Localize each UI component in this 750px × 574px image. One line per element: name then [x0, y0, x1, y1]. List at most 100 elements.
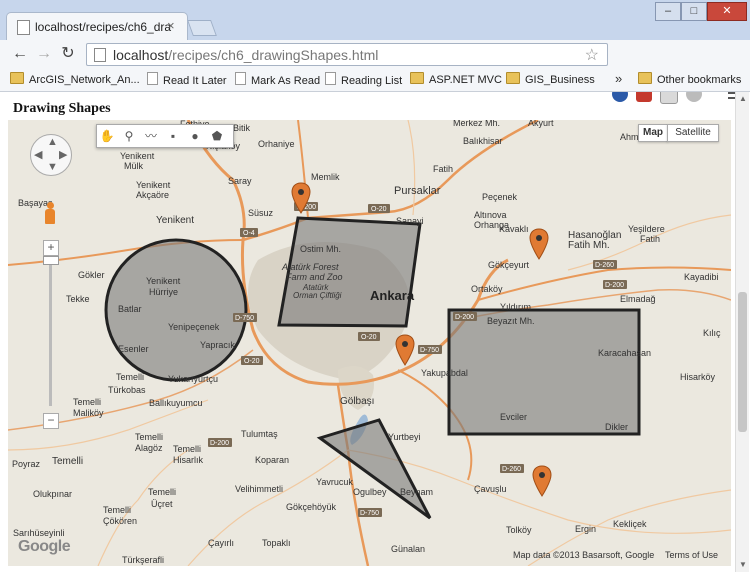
- map-base: Merkez Mh. Akyurt Ahmetadil Fethiye Biti…: [8, 120, 731, 566]
- road-shield-label: D-200: [605, 282, 624, 289]
- folder-icon: [10, 72, 24, 84]
- place-label: Hisarlık: [173, 455, 204, 465]
- place-label: Ergin: [575, 524, 596, 534]
- circle-icon[interactable]: ●: [187, 128, 203, 144]
- reload-button[interactable]: ↻: [58, 44, 78, 64]
- page-scrollbar[interactable]: ▲ ▼: [735, 92, 749, 572]
- map-canvas[interactable]: Merkez Mh. Akyurt Ahmetadil Fethiye Biti…: [8, 120, 731, 566]
- pan-up-icon[interactable]: ▲: [47, 136, 58, 148]
- place-label: Farm and Zoo: [286, 272, 343, 282]
- place-label: Yenipeçenek: [168, 322, 220, 332]
- bookmark-item[interactable]: GIS_Business: [506, 72, 595, 86]
- bookmark-item[interactable]: Reading List: [325, 72, 402, 87]
- marker-icon[interactable]: ⚲: [121, 128, 137, 144]
- place-label: Gölbaşı: [340, 396, 374, 407]
- drawn-rectangle[interactable]: [447, 308, 641, 436]
- place-label: Yurtbeyi: [388, 432, 421, 442]
- bookmark-item[interactable]: ArcGIS_Network_An...: [10, 72, 140, 86]
- place-label: Gökler: [78, 270, 105, 280]
- road-shield-label: D-260: [502, 466, 521, 473]
- place-label: Evciler: [500, 412, 527, 422]
- maximize-button[interactable]: □: [681, 2, 707, 21]
- google-logo[interactable]: Google: [18, 538, 71, 556]
- pan-left-icon[interactable]: ◀: [34, 148, 42, 161]
- bookmark-label: Mark As Read: [251, 75, 321, 87]
- pan-control[interactable]: ▲ ▼ ◀ ▶: [30, 134, 72, 176]
- bookmark-item[interactable]: Mark As Read: [235, 72, 320, 87]
- scrollbar-thumb[interactable]: [738, 292, 747, 432]
- folder-icon: [410, 72, 424, 84]
- zoom-slider-track[interactable]: [49, 260, 52, 406]
- place-label: Akyurt: [528, 120, 554, 128]
- place-label: Temelli: [135, 432, 163, 442]
- bookmark-label: ASP.NET MVC: [429, 74, 502, 86]
- browser-tab[interactable]: localhost/recipes/ch6_dra ×: [6, 12, 188, 41]
- bookmark-item[interactable]: Read It Later: [147, 72, 227, 87]
- place-label: Beyazıt Mh.: [487, 316, 535, 326]
- polyline-icon[interactable]: 〰: [143, 128, 159, 144]
- zoom-slider-thumb[interactable]: [43, 256, 59, 265]
- pan-down-icon[interactable]: ▼: [47, 161, 58, 173]
- bookmarks-overflow-button[interactable]: »: [615, 71, 622, 86]
- polygon-icon[interactable]: ⬟: [209, 128, 225, 144]
- tab-close-icon[interactable]: ×: [167, 18, 175, 33]
- minimize-button[interactable]: –: [655, 2, 681, 21]
- place-label: Temelli: [52, 456, 83, 467]
- place-label: Yenikent: [136, 180, 171, 190]
- place-label: Topaklı: [262, 538, 291, 548]
- place-label: Orman Çiftliği: [293, 291, 342, 300]
- back-button[interactable]: ←: [10, 44, 30, 64]
- map-type-satellite-button[interactable]: Satellite: [667, 124, 719, 142]
- road-shield-label: D-200: [455, 314, 474, 321]
- place-label: Fatih: [433, 164, 453, 174]
- road-shield-label: O-20: [244, 358, 260, 365]
- road-shield-label: D-200: [210, 440, 229, 447]
- hand-icon[interactable]: ✋: [99, 128, 115, 144]
- place-label: Üçret: [151, 499, 173, 509]
- place-label: Çavuşlu: [474, 484, 507, 494]
- place-label: Kayadibi: [684, 272, 719, 282]
- place-label: Dikler: [605, 422, 628, 432]
- tab-title: localhost/recipes/ch6_dra: [35, 20, 172, 34]
- drawing-toolbar: ✋ ⚲ 〰 ▪ ● ⬟: [96, 124, 234, 148]
- page-icon: [147, 72, 158, 85]
- place-label: Balıkhisar: [463, 136, 503, 146]
- bookmark-label: Read It Later: [163, 75, 227, 87]
- bookmark-label: ArcGIS_Network_An...: [29, 74, 140, 86]
- road-shield-label: D-750: [420, 347, 439, 354]
- pan-right-icon[interactable]: ▶: [59, 148, 67, 161]
- new-tab-button[interactable]: [187, 20, 217, 36]
- place-label: Temelli: [73, 397, 101, 407]
- browser-toolbar: ← → ↻ localhost/recipes/ch6_drawingShape…: [0, 40, 750, 104]
- rectangle-icon[interactable]: ▪: [165, 128, 181, 144]
- place-label: Tekke: [66, 294, 90, 304]
- road-shield-label: D-750: [360, 510, 379, 517]
- map-marker-icon[interactable]: [395, 334, 415, 366]
- place-label: Orhaniye: [258, 139, 295, 149]
- map-attribution: Map data ©2013 Basarsoft, Google: [513, 550, 655, 560]
- bookmark-item[interactable]: Other bookmarks: [638, 72, 741, 86]
- zoom-out-button[interactable]: −: [43, 413, 59, 429]
- zoom-in-button[interactable]: +: [43, 240, 59, 256]
- scroll-down-icon[interactable]: ▼: [739, 560, 747, 569]
- place-label: Yenikent: [156, 215, 194, 226]
- place-label: Yavrucuk: [316, 477, 353, 487]
- bookmark-star-icon[interactable]: ☆: [585, 45, 599, 65]
- bookmark-label: GIS_Business: [525, 74, 595, 86]
- bookmark-item[interactable]: ASP.NET MVC: [410, 72, 502, 86]
- forward-button[interactable]: →: [34, 44, 54, 64]
- place-label: Fatih Mh.: [568, 240, 610, 251]
- map-type-map-button[interactable]: Map: [638, 124, 668, 142]
- place-label: Tulumtaş: [241, 429, 278, 439]
- close-window-button[interactable]: ✕: [707, 2, 747, 21]
- map-marker-icon[interactable]: [529, 228, 549, 260]
- map-marker-icon[interactable]: [532, 465, 552, 497]
- page-icon: [325, 72, 336, 85]
- road-shield-label: O-20: [361, 334, 377, 341]
- place-label: Yapracık: [200, 340, 235, 350]
- terms-of-use-link[interactable]: Terms of Use: [665, 550, 718, 560]
- scroll-up-icon[interactable]: ▲: [739, 94, 747, 103]
- street-view-pegman-icon[interactable]: [44, 202, 56, 224]
- address-bar[interactable]: localhost/recipes/ch6_drawingShapes.html…: [86, 43, 608, 66]
- map-marker-icon[interactable]: [291, 182, 311, 214]
